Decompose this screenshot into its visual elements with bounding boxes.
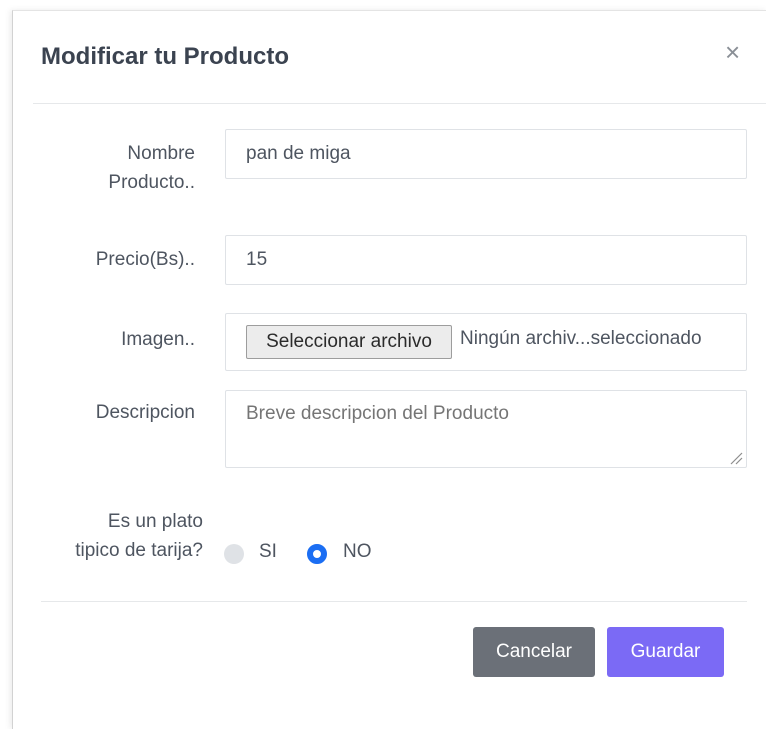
- plato-tipico-label-line1: Es un plato: [107, 511, 203, 532]
- select-file-button[interactable]: Seleccionar archivo: [246, 325, 452, 359]
- close-icon[interactable]: ×: [725, 39, 740, 65]
- imagen-label: Imagen..: [121, 329, 195, 350]
- nombre-producto-input[interactable]: [225, 129, 747, 179]
- radio-si-label: SI: [259, 541, 277, 562]
- radio-no-label: NO: [343, 541, 372, 562]
- footer-divider: [41, 601, 747, 602]
- precio-input[interactable]: [225, 235, 747, 285]
- nombre-label: Nombre Producto..: [73, 139, 195, 197]
- header-divider: [33, 103, 766, 104]
- nombre-label-line1: Nombre: [127, 143, 195, 164]
- descripcion-textarea[interactable]: [225, 390, 747, 468]
- radio-no[interactable]: [307, 544, 327, 564]
- radio-si[interactable]: [224, 544, 244, 564]
- nombre-label-line2: Producto..: [108, 172, 195, 193]
- resize-grip-icon[interactable]: [729, 451, 743, 465]
- plato-tipico-label-line2: tipico de tarija?: [75, 540, 203, 561]
- modal-title: Modificar tu Producto: [41, 43, 289, 70]
- save-button[interactable]: Guardar: [607, 627, 724, 677]
- imagen-file-input[interactable]: Seleccionar archivo Ningún archiv...sele…: [225, 313, 747, 371]
- cancel-button[interactable]: Cancelar: [473, 627, 595, 677]
- precio-label: Precio(Bs)..: [95, 249, 195, 270]
- file-status-text: Ningún archiv...seleccionado: [460, 328, 702, 349]
- descripcion-label: Descripcion: [95, 402, 195, 423]
- plato-tipico-label: Es un plato tipico de tarija?: [33, 507, 203, 565]
- edit-product-modal: Modificar tu Producto × Nombre Producto.…: [12, 10, 766, 729]
